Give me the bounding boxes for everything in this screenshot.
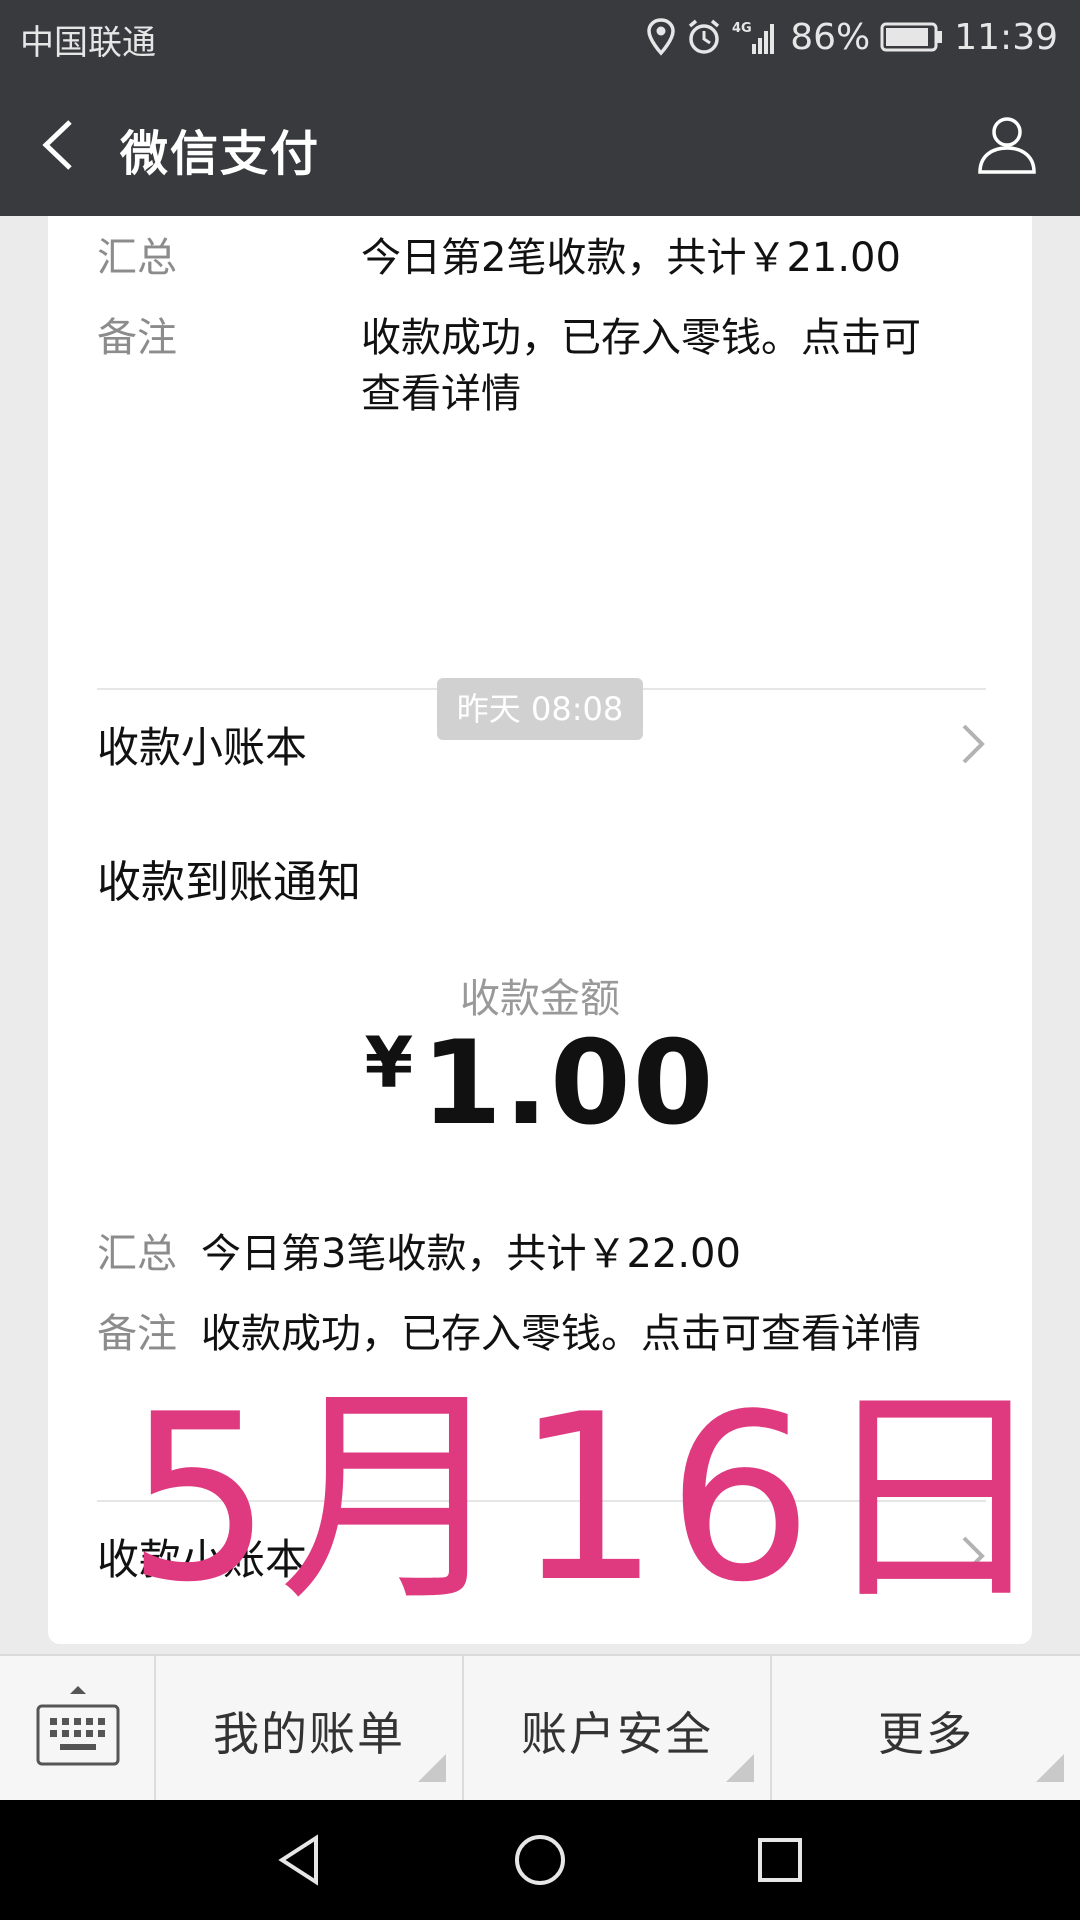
note-value: 收款成功，已存入零钱。点击可查看详情 xyxy=(361,315,921,417)
amount-value: ¥1.00 xyxy=(48,1016,1032,1151)
submenu-indicator-icon xyxy=(726,1754,754,1782)
note-label: 备注 xyxy=(97,1311,177,1357)
battery-icon xyxy=(880,21,944,53)
submenu-indicator-icon xyxy=(418,1754,446,1782)
bottom-menu: 我的账单 账户安全 更多 xyxy=(0,1654,1080,1802)
page-title: 微信支付 xyxy=(120,126,321,182)
summary-value: 今日第2笔收款，共计￥21.00 xyxy=(361,235,901,281)
status-bar: 中国联通 4G 86% 11:39 xyxy=(0,0,1080,74)
back-triangle-icon[interactable] xyxy=(270,1830,330,1890)
svg-text:4G: 4G xyxy=(732,21,752,36)
menu-label: 更多 xyxy=(878,1707,974,1761)
alarm-icon xyxy=(686,18,722,56)
signal-icon: 4G xyxy=(732,18,780,56)
menu-label: 账户安全 xyxy=(521,1707,713,1761)
menu-account-security[interactable]: 账户安全 xyxy=(464,1656,772,1802)
carrier-name: 中国联通 xyxy=(20,23,156,63)
status-icons: 4G 86% 11:39 xyxy=(646,12,1058,62)
keyboard-icon xyxy=(36,1686,120,1766)
notice-title: 收款到账通知 xyxy=(97,857,361,908)
chevron-right-icon xyxy=(960,722,986,766)
user-profile-icon[interactable] xyxy=(974,112,1040,178)
summary-label: 汇总 xyxy=(97,235,177,281)
overlay-date-annotation: 5月16日 xyxy=(126,1366,1055,1633)
note-value: 收款成功，已存入零钱。点击可查看详情 xyxy=(201,1311,921,1357)
note-label: 备注 xyxy=(97,315,177,361)
back-arrow-icon[interactable] xyxy=(30,110,90,180)
nav-bar: 微信支付 xyxy=(0,74,1080,216)
currency-symbol: ¥ xyxy=(364,1022,416,1104)
ledger-label: 收款小账本 xyxy=(97,723,308,772)
location-icon xyxy=(646,18,676,56)
system-navigation-bar xyxy=(0,1800,1080,1920)
menu-more[interactable]: 更多 xyxy=(772,1656,1080,1802)
message-timestamp: 昨天 08:08 xyxy=(437,678,643,740)
menu-label: 我的账单 xyxy=(213,1707,405,1761)
summary-value: 今日第3笔收款，共计￥22.00 xyxy=(201,1231,741,1277)
home-circle-icon[interactable] xyxy=(510,1830,570,1890)
battery-percent: 86% xyxy=(790,16,871,58)
submenu-indicator-icon xyxy=(1036,1754,1064,1782)
amount-number: 1.00 xyxy=(421,1016,716,1151)
menu-my-bills[interactable]: 我的账单 xyxy=(156,1656,464,1802)
clock: 11:39 xyxy=(954,16,1058,58)
summary-label: 汇总 xyxy=(97,1231,177,1277)
recents-square-icon[interactable] xyxy=(750,1830,810,1890)
keyboard-toggle-button[interactable] xyxy=(0,1656,156,1802)
